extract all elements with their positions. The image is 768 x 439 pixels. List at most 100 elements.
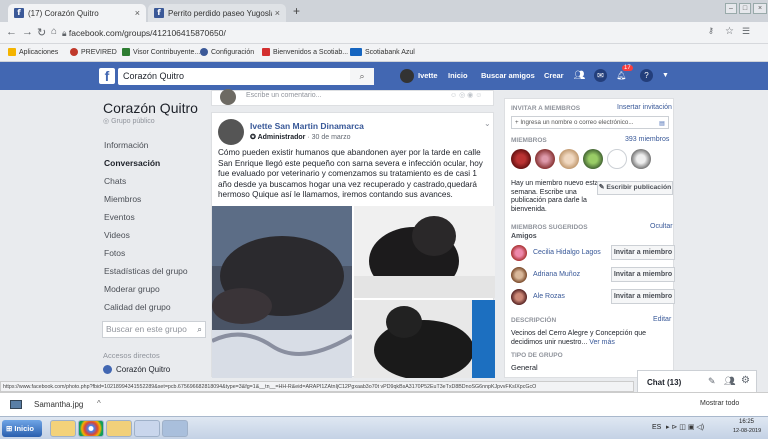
maximize-button[interactable]: □ <box>739 3 751 14</box>
clock-time[interactable]: 16:25 <box>739 419 754 425</box>
emoji-icons[interactable]: ☺ ◎ ◉ ☺ <box>450 91 482 99</box>
gear-icon[interactable]: ⚙ <box>741 375 750 386</box>
nav-moderar[interactable]: Moderar grupo <box>104 284 160 294</box>
member-avatar[interactable] <box>535 149 555 169</box>
nav-conversacion[interactable]: Conversación <box>104 158 160 168</box>
bookmark-previred[interactable]: PREVIRED <box>70 48 117 56</box>
invite-input[interactable]: + Ingresa un nombre o correo electrónico… <box>511 116 669 129</box>
invite-member-button[interactable]: Invitar a miembro <box>611 267 675 282</box>
nav-calidad[interactable]: Calidad del grupo <box>104 302 171 312</box>
key-icon[interactable]: ⚷ <box>708 26 714 35</box>
avatar[interactable] <box>511 289 527 305</box>
facebook-search-input[interactable]: Corazón Quitro ⌕ <box>118 68 374 85</box>
reload-icon[interactable]: ↻ <box>37 26 46 39</box>
chevron-down-icon[interactable]: ⌄ <box>484 119 491 128</box>
bookmark-configuracion[interactable]: Configuración <box>200 48 254 56</box>
chevron-down-icon[interactable]: ▼ <box>662 72 669 79</box>
avatar[interactable] <box>511 245 527 261</box>
nav-miembros[interactable]: Miembros <box>104 194 141 204</box>
bookmark-scotiabank-azul[interactable]: Scotiabank Azul <box>350 48 415 56</box>
explorer-icon[interactable] <box>106 420 132 437</box>
find-friends-link[interactable]: Buscar amigos <box>481 71 535 80</box>
members-count-link[interactable]: 393 miembros <box>625 136 669 143</box>
chevron-up-icon[interactable]: ^ <box>97 399 101 408</box>
compose-icon[interactable]: ✎ <box>708 376 716 387</box>
post-photo-1[interactable] <box>212 206 352 378</box>
invite-member-button[interactable]: Invitar a miembro <box>611 289 675 304</box>
edit-link[interactable]: Editar <box>653 316 671 323</box>
description-body: Vecinos del Cerro Alegre y Concepción qu… <box>511 330 647 346</box>
write-post-button[interactable]: ✎ Escribir publicación <box>597 181 673 195</box>
suggested-name[interactable]: Cecilia Hidalgo Lagos <box>533 249 601 256</box>
member-avatar[interactable] <box>607 149 627 169</box>
app-icon[interactable] <box>162 420 188 437</box>
start-button[interactable]: ⊞ Inicio <box>2 420 42 437</box>
post-author[interactable]: Ivette San Martin Dinamarca <box>250 121 364 131</box>
close-icon[interactable]: × <box>135 8 140 18</box>
group-chat-icon[interactable]: 👥︎ <box>724 376 735 387</box>
home-icon[interactable]: ⌂ <box>51 26 57 37</box>
minimize-button[interactable]: – <box>725 3 737 14</box>
chrome-icon[interactable] <box>78 420 104 437</box>
home-link[interactable]: Inicio <box>448 71 468 80</box>
star-icon[interactable]: ☆ <box>725 26 734 37</box>
post-photo-2[interactable] <box>354 206 495 298</box>
nav-informacion[interactable]: Información <box>104 140 148 150</box>
nav-estadisticas[interactable]: Estadísticas del grupo <box>104 266 188 276</box>
nav-videos[interactable]: Videos <box>104 230 130 240</box>
contacts-icon[interactable]: ▤ <box>659 118 665 129</box>
invite-member-button[interactable]: Invitar a miembro <box>611 245 675 260</box>
chat-bar[interactable]: Chat (13) ✎ 👥︎ ⚙ <box>637 370 757 392</box>
tab-perrito-perdido[interactable]: f Perrito perdido paseo Yugoslavo - Fo × <box>148 4 286 22</box>
app-icon[interactable] <box>134 420 160 437</box>
hide-link[interactable]: Ocultar <box>650 223 673 230</box>
tray-icons[interactable]: ▸ ⊳ ◫ ▣ ◁) <box>666 423 704 431</box>
post-date[interactable]: 30 de marzo <box>312 134 351 141</box>
nav-fotos[interactable]: Fotos <box>104 248 125 258</box>
dog-photo-image <box>354 206 495 298</box>
messenger-icon[interactable]: ✉ <box>594 69 607 82</box>
bookmark-scotiabank[interactable]: Bienvenidos a Scotiab... <box>262 48 348 56</box>
download-file-name[interactable]: Samantha.jpg <box>34 400 83 409</box>
member-avatar[interactable] <box>559 149 579 169</box>
nav-chats[interactable]: Chats <box>104 176 126 186</box>
forward-icon[interactable]: → <box>22 26 33 38</box>
friends-icon[interactable]: 👥︎ <box>573 69 586 82</box>
member-avatar[interactable] <box>631 149 651 169</box>
chat-label[interactable]: Chat (13) <box>647 378 681 387</box>
extension-icon[interactable]: ☰ <box>742 26 750 37</box>
avatar[interactable] <box>511 267 527 283</box>
shortcut-corazon-quitro[interactable]: Corazón Quitro <box>103 365 170 374</box>
language-indicator[interactable]: ES <box>652 424 661 431</box>
search-icon[interactable]: ⌕ <box>350 68 374 85</box>
post-photo-3[interactable] <box>354 300 495 378</box>
suggested-name[interactable]: Adriana Muñoz <box>533 271 580 278</box>
clock-date[interactable]: 12-08-2019 <box>733 428 761 434</box>
avatar[interactable] <box>400 69 414 83</box>
create-link[interactable]: Crear <box>544 71 564 80</box>
suggested-name[interactable]: Ale Rozas <box>533 293 565 300</box>
nav-eventos[interactable]: Eventos <box>104 212 135 222</box>
member-avatar[interactable] <box>511 149 531 169</box>
url-field[interactable]: 🔒︎ facebook.com/groups/412106415870650/ <box>62 25 682 41</box>
avatar[interactable] <box>218 119 244 145</box>
bookmark-aplicaciones[interactable]: Aplicaciones <box>8 48 58 56</box>
back-icon[interactable]: ← <box>6 26 17 38</box>
tab-corazon-quitro[interactable]: f (17) Corazón Quitro × <box>8 4 146 22</box>
new-tab-button[interactable]: + <box>293 4 300 18</box>
group-search-input[interactable]: Buscar en este grupo ⌕ <box>102 321 206 338</box>
close-window-button[interactable]: × <box>753 3 767 14</box>
member-avatar[interactable] <box>583 149 603 169</box>
bookmark-visor[interactable]: Visor Contribuyente... <box>122 48 200 56</box>
folder-icon[interactable] <box>50 420 76 437</box>
comment-box[interactable]: Escribe un comentario... ☺ ◎ ◉ ☺ <box>211 89 494 106</box>
search-placeholder: Buscar en este grupo <box>106 324 187 334</box>
help-icon[interactable]: ? <box>640 69 653 82</box>
profile-link[interactable]: Ivette <box>418 71 438 80</box>
facebook-logo-icon[interactable]: f <box>99 68 115 84</box>
see-more-link[interactable]: Ver más <box>589 339 615 346</box>
embed-invite-link[interactable]: Insertar invitación <box>617 104 672 111</box>
group-name[interactable]: Corazón Quitro <box>103 100 198 116</box>
show-all-button[interactable]: Mostrar todo <box>700 400 739 407</box>
close-icon[interactable]: × <box>275 8 280 18</box>
